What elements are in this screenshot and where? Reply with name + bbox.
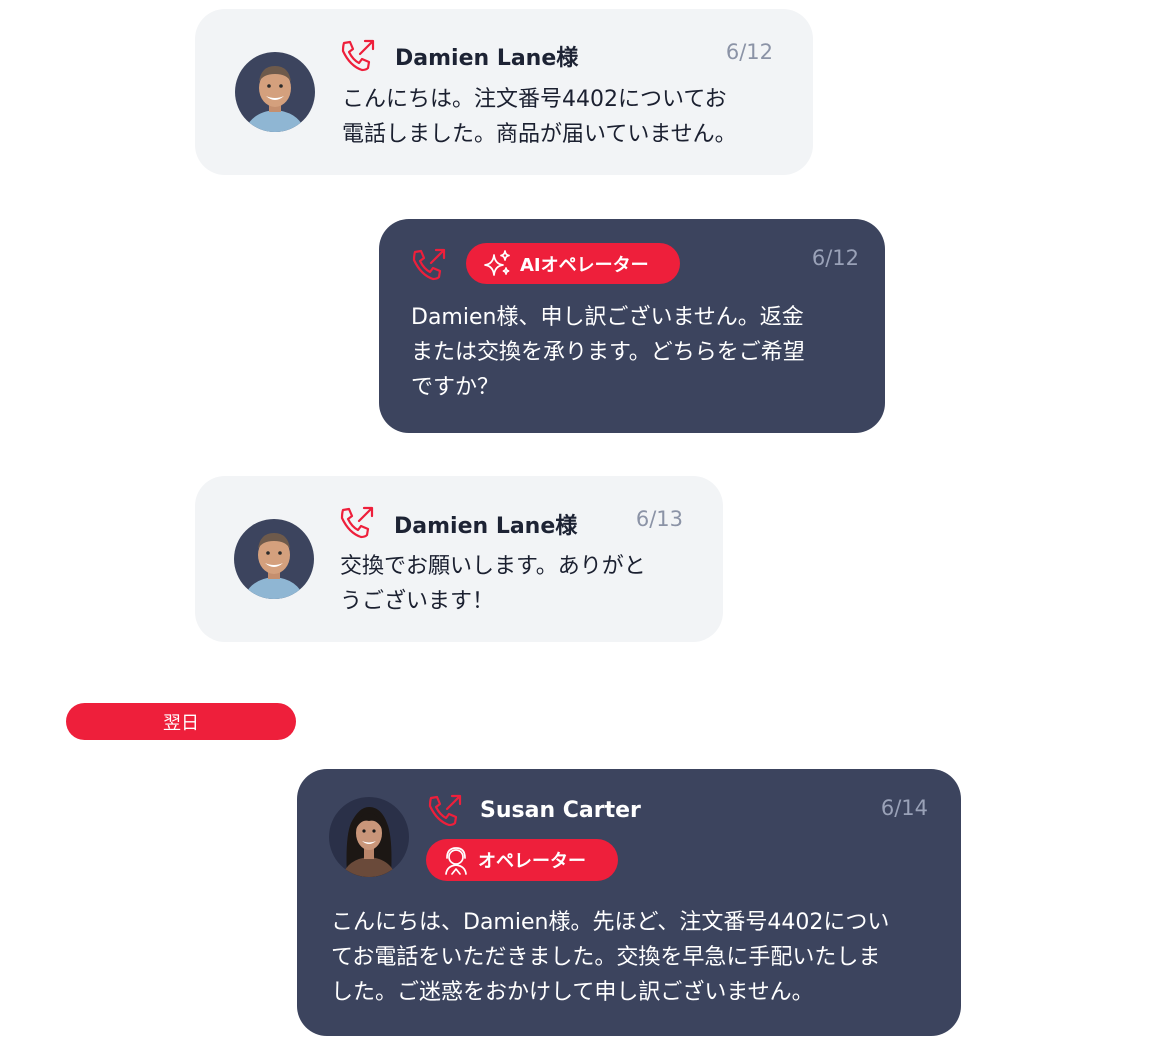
message-text: こんにちは。注文番号4402についてお 電話しました。商品が届いていません。 (342, 87, 737, 147)
message-card-ai-operator: AIオペレーター 6/12 Damien様、申し訳ございません。返金 または交換… (379, 219, 885, 433)
message-card-customer: Damien Lane様 6/13 交換でお願いします。ありがと うございます！ (195, 476, 723, 642)
message-text: 交換でお願いします。ありがと うございます！ (340, 554, 646, 614)
sender-name: Damien Lane様 (394, 514, 578, 539)
phone-outgoing-icon (341, 39, 375, 72)
operator-badge: オペレーター (426, 839, 618, 881)
message-text: こんにちは、Damien様。先ほど、注文番号4402につい てお電話をいただきま… (331, 910, 890, 1005)
sender-name: Damien Lane様 (395, 46, 579, 71)
message-date: 6/12 (725, 40, 773, 64)
operator-avatar (329, 797, 409, 877)
sparkle-icon (484, 249, 510, 276)
phone-outgoing-icon (412, 248, 446, 281)
badge-label: オペレーター (478, 851, 586, 872)
message-date: 6/14 (880, 796, 928, 820)
message-date: 6/13 (635, 507, 683, 531)
message-card-operator: Susan Carter 6/14 オペレーター こんにちは、Damien様。先… (297, 769, 961, 1036)
phone-outgoing-icon (340, 506, 374, 539)
customer-avatar (234, 519, 314, 599)
message-text: Damien様、申し訳ございません。返金 または交換を承ります。どちらをご希望 … (411, 305, 805, 400)
date-divider-badge: 翌日 (66, 703, 296, 740)
customer-avatar (235, 52, 315, 132)
message-date: 6/12 (811, 246, 859, 270)
sender-name: Susan Carter (480, 798, 641, 823)
message-card-customer: Damien Lane様 6/12 こんにちは。注文番号4402についてお 電話… (195, 9, 813, 175)
badge-label: AIオペレーター (520, 254, 649, 276)
phone-outgoing-icon (428, 794, 462, 827)
operator-headset-icon (445, 847, 467, 875)
ai-operator-badge: AIオペレーター (466, 243, 680, 284)
